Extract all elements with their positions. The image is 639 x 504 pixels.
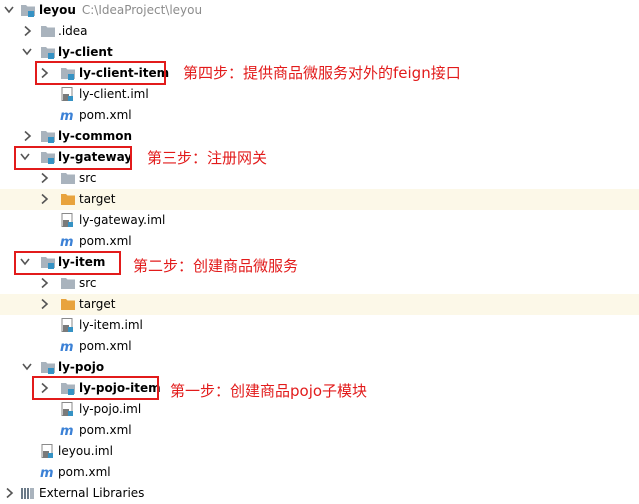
chevron-down-icon[interactable] — [21, 360, 33, 374]
tree-node-pom[interactable]: pom.xml — [0, 336, 639, 357]
iml-file-icon — [60, 213, 76, 228]
tree-node-ly-pojo-iml[interactable]: ly-pojo.iml — [0, 399, 639, 420]
iml-file-icon — [60, 318, 76, 333]
module-folder-icon — [20, 3, 36, 18]
module-folder-icon — [40, 45, 56, 60]
folder-icon — [60, 276, 76, 291]
tree-node-label: src — [79, 276, 97, 290]
tree-node-label: ly-client — [58, 45, 113, 59]
tree-node-label: pom.xml — [79, 339, 132, 353]
annotation-step4: 第四步：提供商品微服务对外的feign接口 — [183, 64, 461, 82]
folder-icon — [60, 171, 76, 186]
tree-node-root-pom[interactable]: pom.xml — [0, 462, 639, 483]
tree-node-label: leyou C:\IdeaProject\leyou — [39, 3, 203, 17]
annotation-step3: 第三步：注册网关 — [147, 149, 268, 167]
tree-node-pom[interactable]: pom.xml — [0, 420, 639, 441]
annotation-step1: 第一步：创建商品pojo子模块 — [170, 382, 368, 400]
tree-node-label: pom.xml — [79, 234, 132, 248]
tree-node-pom[interactable]: pom.xml — [0, 105, 639, 126]
module-folder-icon — [40, 129, 56, 144]
tree-node-idea[interactable]: .idea — [0, 21, 639, 42]
maven-pom-icon — [60, 339, 76, 354]
external-libraries-icon — [20, 486, 36, 501]
tree-node-label: target — [79, 192, 116, 206]
tree-node-label: ly-common — [58, 129, 133, 143]
tree-node-label: pom.xml — [79, 423, 132, 437]
chevron-right-icon[interactable] — [38, 171, 50, 185]
chevron-right-icon[interactable] — [3, 486, 15, 500]
tree-node-target[interactable]: target — [0, 189, 639, 210]
maven-pom-icon — [60, 234, 76, 249]
highlight-box-ly-pojo-item — [32, 376, 159, 400]
chevron-down-icon[interactable] — [21, 45, 33, 59]
tree-node-label: .idea — [58, 24, 88, 38]
project-tree-panel: { "tree": { "root": { "name": "leyou", "… — [0, 0, 639, 502]
tree-node-ly-client[interactable]: ly-client — [0, 42, 639, 63]
highlight-box-ly-client-item — [35, 61, 166, 85]
tree-node-label: src — [79, 171, 97, 185]
tree-node-label: leyou.iml — [58, 444, 113, 458]
chevron-right-icon[interactable] — [21, 24, 33, 38]
folder-icon — [40, 24, 56, 39]
highlight-box-ly-gateway — [14, 146, 132, 170]
chevron-right-icon[interactable] — [21, 129, 33, 143]
tree-node-pom[interactable]: pom.xml — [0, 231, 639, 252]
tree-node-label: ly-item.iml — [79, 318, 143, 332]
tree-node-leyou-iml[interactable]: leyou.iml — [0, 441, 639, 462]
tree-node-ly-client-iml[interactable]: ly-client.iml — [0, 84, 639, 105]
tree-node-label: pom.xml — [79, 108, 132, 122]
chevron-right-icon[interactable] — [38, 276, 50, 290]
tree-node-label: ly-gateway.iml — [79, 213, 166, 227]
tree-node-label: ly-client.iml — [79, 87, 149, 101]
chevron-down-icon[interactable] — [3, 3, 15, 17]
tree-node-label: ly-pojo.iml — [79, 402, 142, 416]
chevron-right-icon[interactable] — [38, 192, 50, 206]
tree-node-ly-gateway-iml[interactable]: ly-gateway.iml — [0, 210, 639, 231]
tree-node-ly-item-iml[interactable]: ly-item.iml — [0, 315, 639, 336]
chevron-right-icon[interactable] — [38, 297, 50, 311]
tree-node-leyou[interactable]: leyou C:\IdeaProject\leyou — [0, 0, 639, 21]
project-path: C:\IdeaProject\leyou — [81, 3, 203, 17]
maven-pom-icon — [40, 465, 56, 480]
tree-node-label: External Libraries — [39, 486, 145, 500]
tree-node-label: pom.xml — [58, 465, 111, 479]
tree-node-label: target — [79, 297, 116, 311]
tree-node-src[interactable]: src — [0, 168, 639, 189]
maven-pom-icon — [60, 108, 76, 123]
tree-node-external-libraries[interactable]: External Libraries — [0, 483, 639, 504]
iml-file-icon — [40, 444, 56, 459]
excluded-folder-icon — [60, 192, 76, 207]
excluded-folder-icon — [60, 297, 76, 312]
highlight-box-ly-item — [14, 251, 121, 275]
tree-node-ly-common[interactable]: ly-common — [0, 126, 639, 147]
tree-node-label: ly-pojo — [58, 360, 105, 374]
iml-file-icon — [60, 402, 76, 417]
module-folder-icon — [40, 360, 56, 375]
tree-node-src[interactable]: src — [0, 273, 639, 294]
tree-node-ly-pojo[interactable]: ly-pojo — [0, 357, 639, 378]
annotation-step2: 第二步：创建商品微服务 — [133, 257, 299, 275]
maven-pom-icon — [60, 423, 76, 438]
tree-node-target[interactable]: target — [0, 294, 639, 315]
iml-file-icon — [60, 87, 76, 102]
